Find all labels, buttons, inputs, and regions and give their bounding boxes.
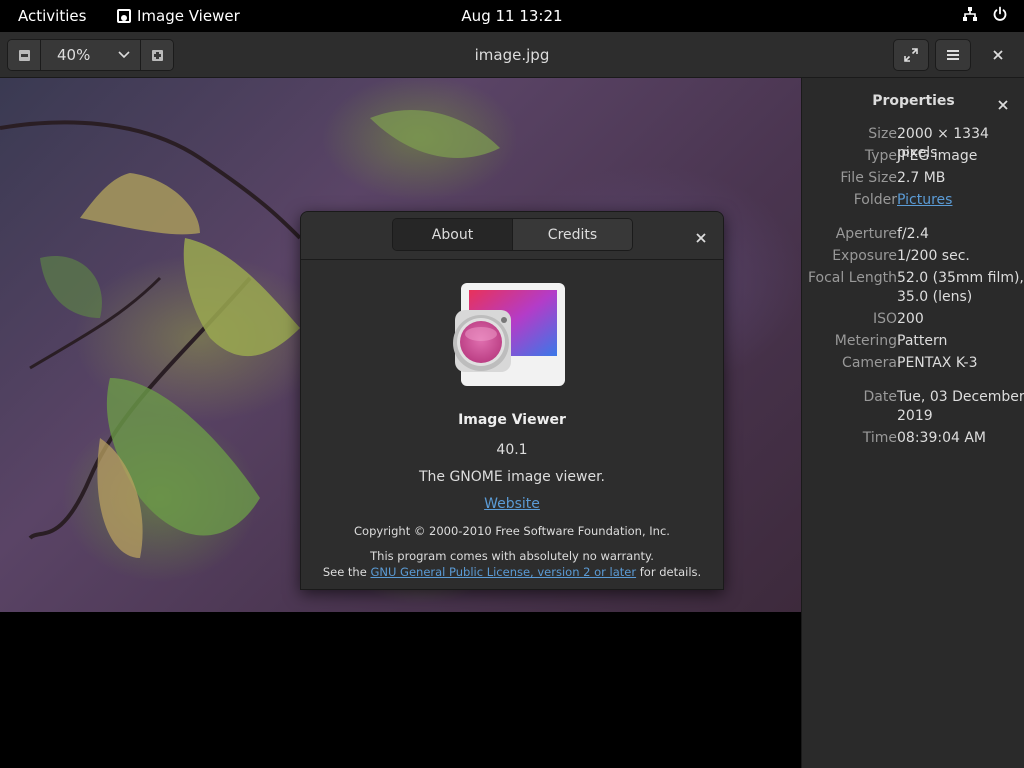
- close-icon: [998, 100, 1008, 110]
- about-copyright: Copyright © 2000-2010 Free Software Foun…: [354, 524, 670, 538]
- header-bar: 40% image.jpg: [0, 32, 1024, 78]
- fullscreen-button[interactable]: [893, 39, 929, 71]
- app-menu[interactable]: Image Viewer: [117, 7, 240, 25]
- about-dialog-header: About Credits: [301, 212, 723, 260]
- about-comment: The GNOME image viewer.: [418, 469, 606, 485]
- warranty-line: This program comes with absolutely no wa…: [370, 549, 654, 563]
- zoom-out-button[interactable]: [8, 40, 41, 70]
- close-icon: [696, 233, 706, 243]
- warranty-suffix: for details.: [636, 565, 702, 579]
- sidebar-title: Properties: [872, 93, 955, 109]
- about-warranty: This program comes with absolutely no wa…: [301, 548, 723, 580]
- menu-button[interactable]: [935, 39, 971, 71]
- warranty-prefix: See the: [322, 565, 371, 579]
- sidebar-close-button[interactable]: [998, 95, 1008, 114]
- power-icon[interactable]: [992, 6, 1008, 22]
- system-tray[interactable]: [962, 6, 1008, 22]
- network-icon[interactable]: [962, 6, 978, 22]
- license-link[interactable]: GNU General Public License, version 2 or…: [370, 565, 636, 579]
- about-tabs: About Credits: [392, 218, 633, 251]
- about-close-button[interactable]: [696, 228, 706, 247]
- website-link[interactable]: Website: [484, 496, 540, 512]
- fullscreen-icon: [904, 48, 918, 62]
- top-bar: Activities Image Viewer Aug 11 13:21: [0, 0, 1024, 32]
- zoom-value: 40%: [57, 46, 91, 64]
- zoom-out-icon: [18, 49, 30, 61]
- tab-about[interactable]: About: [393, 219, 513, 250]
- zoom-in-button[interactable]: [140, 40, 173, 70]
- menu-icon: [947, 50, 959, 60]
- zoom-dropdown[interactable]: 40%: [41, 40, 140, 70]
- clock[interactable]: Aug 11 13:21: [461, 7, 562, 25]
- activities-button[interactable]: Activities: [18, 7, 86, 25]
- zoom-in-icon: [151, 49, 163, 61]
- about-version: 40.1: [496, 442, 528, 458]
- tab-credits[interactable]: Credits: [513, 219, 632, 250]
- properties-sidebar: Properties Size 2000 × 1334 pixels Type …: [801, 78, 1024, 768]
- about-app-name: Image Viewer: [458, 412, 566, 428]
- folder-link[interactable]: Pictures: [897, 191, 1024, 210]
- about-dialog: About Credits Image Viewer 40.1 The GNOM…: [300, 211, 724, 590]
- window-title: image.jpg: [474, 46, 550, 64]
- app-logo-icon: [453, 282, 575, 388]
- app-menu-label: Image Viewer: [137, 7, 240, 25]
- chevron-down-icon: [118, 51, 130, 59]
- app-icon: [117, 9, 131, 23]
- window-close-button[interactable]: [988, 45, 1008, 65]
- zoom-control: 40%: [7, 39, 174, 71]
- close-icon: [993, 50, 1003, 60]
